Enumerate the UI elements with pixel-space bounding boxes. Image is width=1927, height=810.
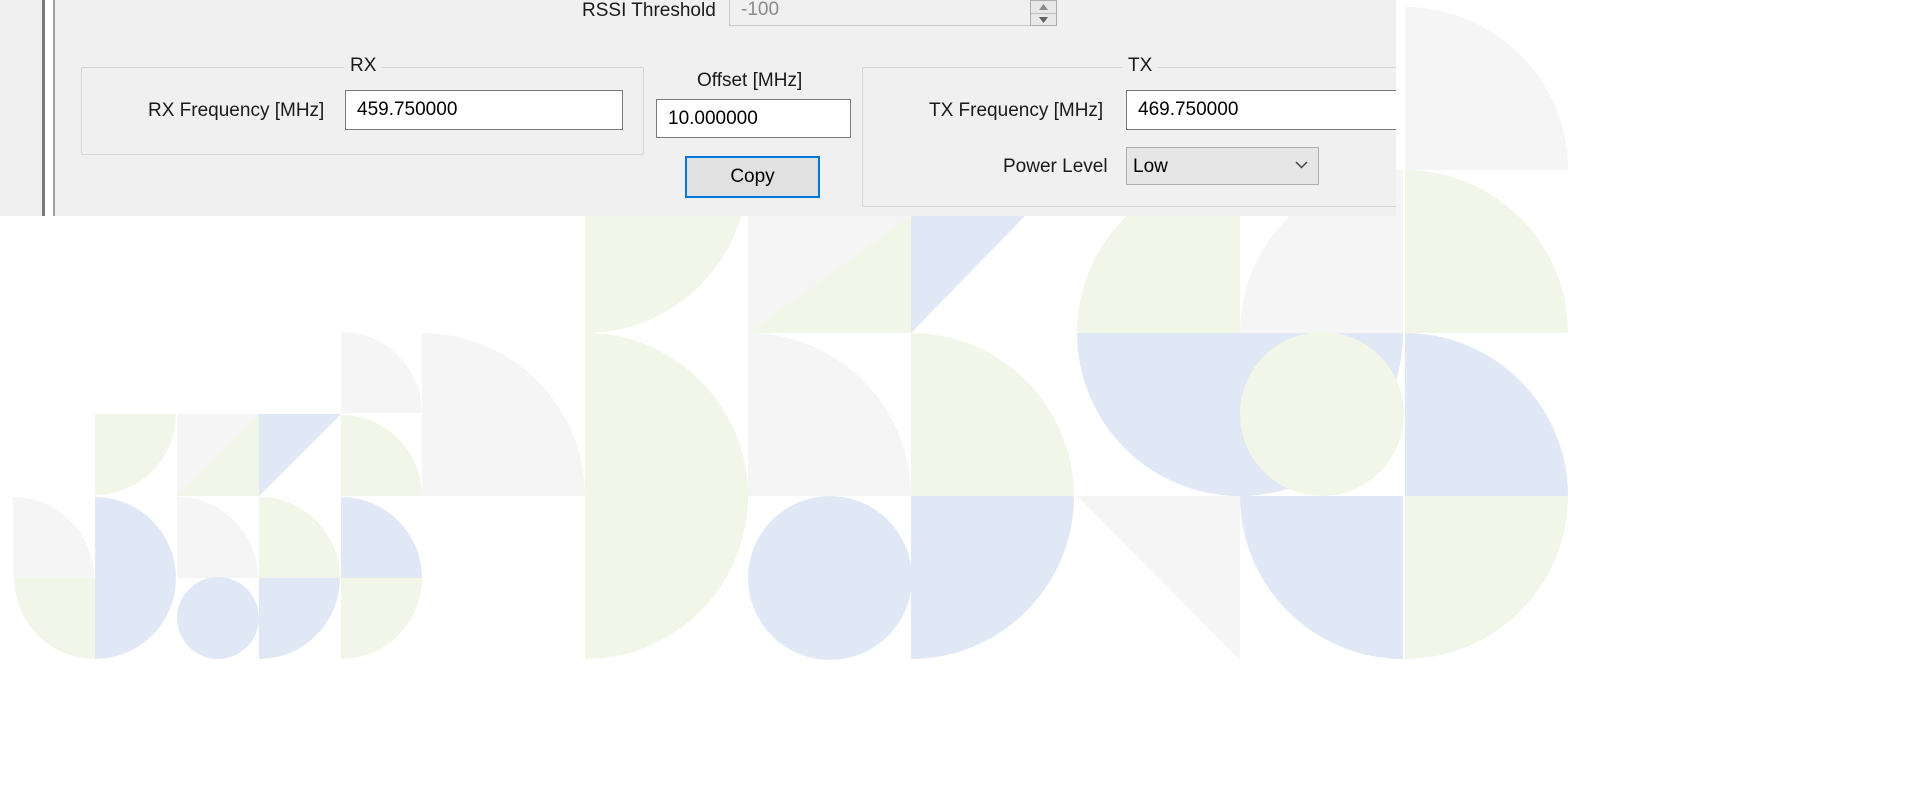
background-tile bbox=[1240, 496, 1403, 659]
background-tile bbox=[13, 497, 94, 578]
spin-down-button[interactable] bbox=[1031, 13, 1056, 26]
spin-up-button[interactable] bbox=[1031, 1, 1056, 13]
chevron-up-icon bbox=[1039, 4, 1048, 10]
power-level-value: Low bbox=[1133, 156, 1168, 177]
background-tile bbox=[1240, 332, 1404, 496]
background-tile bbox=[95, 578, 176, 659]
left-panel-edge bbox=[0, 0, 42, 216]
background-tile bbox=[95, 497, 176, 578]
chevron-down-icon bbox=[1295, 161, 1308, 169]
rssi-threshold-spinner[interactable] bbox=[1030, 0, 1057, 26]
background-tile bbox=[14, 578, 95, 659]
offset-input[interactable] bbox=[656, 99, 851, 138]
rx-frequency-label: RX Frequency [MHz] bbox=[148, 100, 325, 121]
background-tile bbox=[177, 577, 259, 659]
background-tile bbox=[95, 414, 176, 495]
background-tile bbox=[341, 332, 422, 413]
background-tile bbox=[748, 496, 912, 660]
tx-group-label: TX bbox=[1122, 55, 1159, 77]
background-tile bbox=[259, 414, 341, 496]
background-tile bbox=[748, 333, 911, 496]
background-tile bbox=[1405, 333, 1568, 496]
background-tile bbox=[1077, 333, 1240, 496]
tx-groupbox: TX bbox=[862, 55, 1396, 207]
background-tile bbox=[177, 497, 258, 578]
background-tile bbox=[1405, 496, 1568, 659]
background-tile bbox=[1405, 7, 1568, 170]
background-tile bbox=[911, 496, 1074, 659]
offset-label: Offset [MHz] bbox=[697, 70, 803, 91]
power-level-label: Power Level bbox=[1003, 156, 1108, 177]
frequency-settings-panel: RSSI Threshold RX RX Frequency [MHz] Off… bbox=[55, 0, 1396, 216]
background-tile bbox=[259, 497, 340, 578]
background-tile bbox=[341, 415, 422, 496]
background-tile bbox=[1405, 170, 1568, 333]
rx-group-label: RX bbox=[344, 55, 383, 77]
chevron-down-icon bbox=[1039, 17, 1048, 23]
background-tile bbox=[341, 497, 422, 578]
radio-config-window: RSSI Threshold RX RX Frequency [MHz] Off… bbox=[0, 0, 1396, 216]
background-tile bbox=[1077, 496, 1240, 660]
background-tile bbox=[341, 578, 422, 659]
rx-frequency-input[interactable] bbox=[345, 90, 623, 130]
background-tile bbox=[259, 578, 340, 659]
background-tile bbox=[911, 216, 1025, 333]
copy-button[interactable]: Copy bbox=[685, 156, 820, 198]
rssi-threshold-label: RSSI Threshold bbox=[582, 0, 716, 21]
background-tile bbox=[911, 333, 1074, 496]
tx-frequency-input[interactable] bbox=[1126, 90, 1396, 130]
background-tile bbox=[422, 333, 585, 496]
rssi-threshold-input[interactable] bbox=[729, 0, 1031, 26]
panel-divider bbox=[42, 0, 55, 216]
background-tile bbox=[585, 333, 748, 659]
tx-frequency-label: TX Frequency [MHz] bbox=[929, 100, 1104, 121]
power-level-select[interactable]: Low bbox=[1126, 147, 1319, 185]
